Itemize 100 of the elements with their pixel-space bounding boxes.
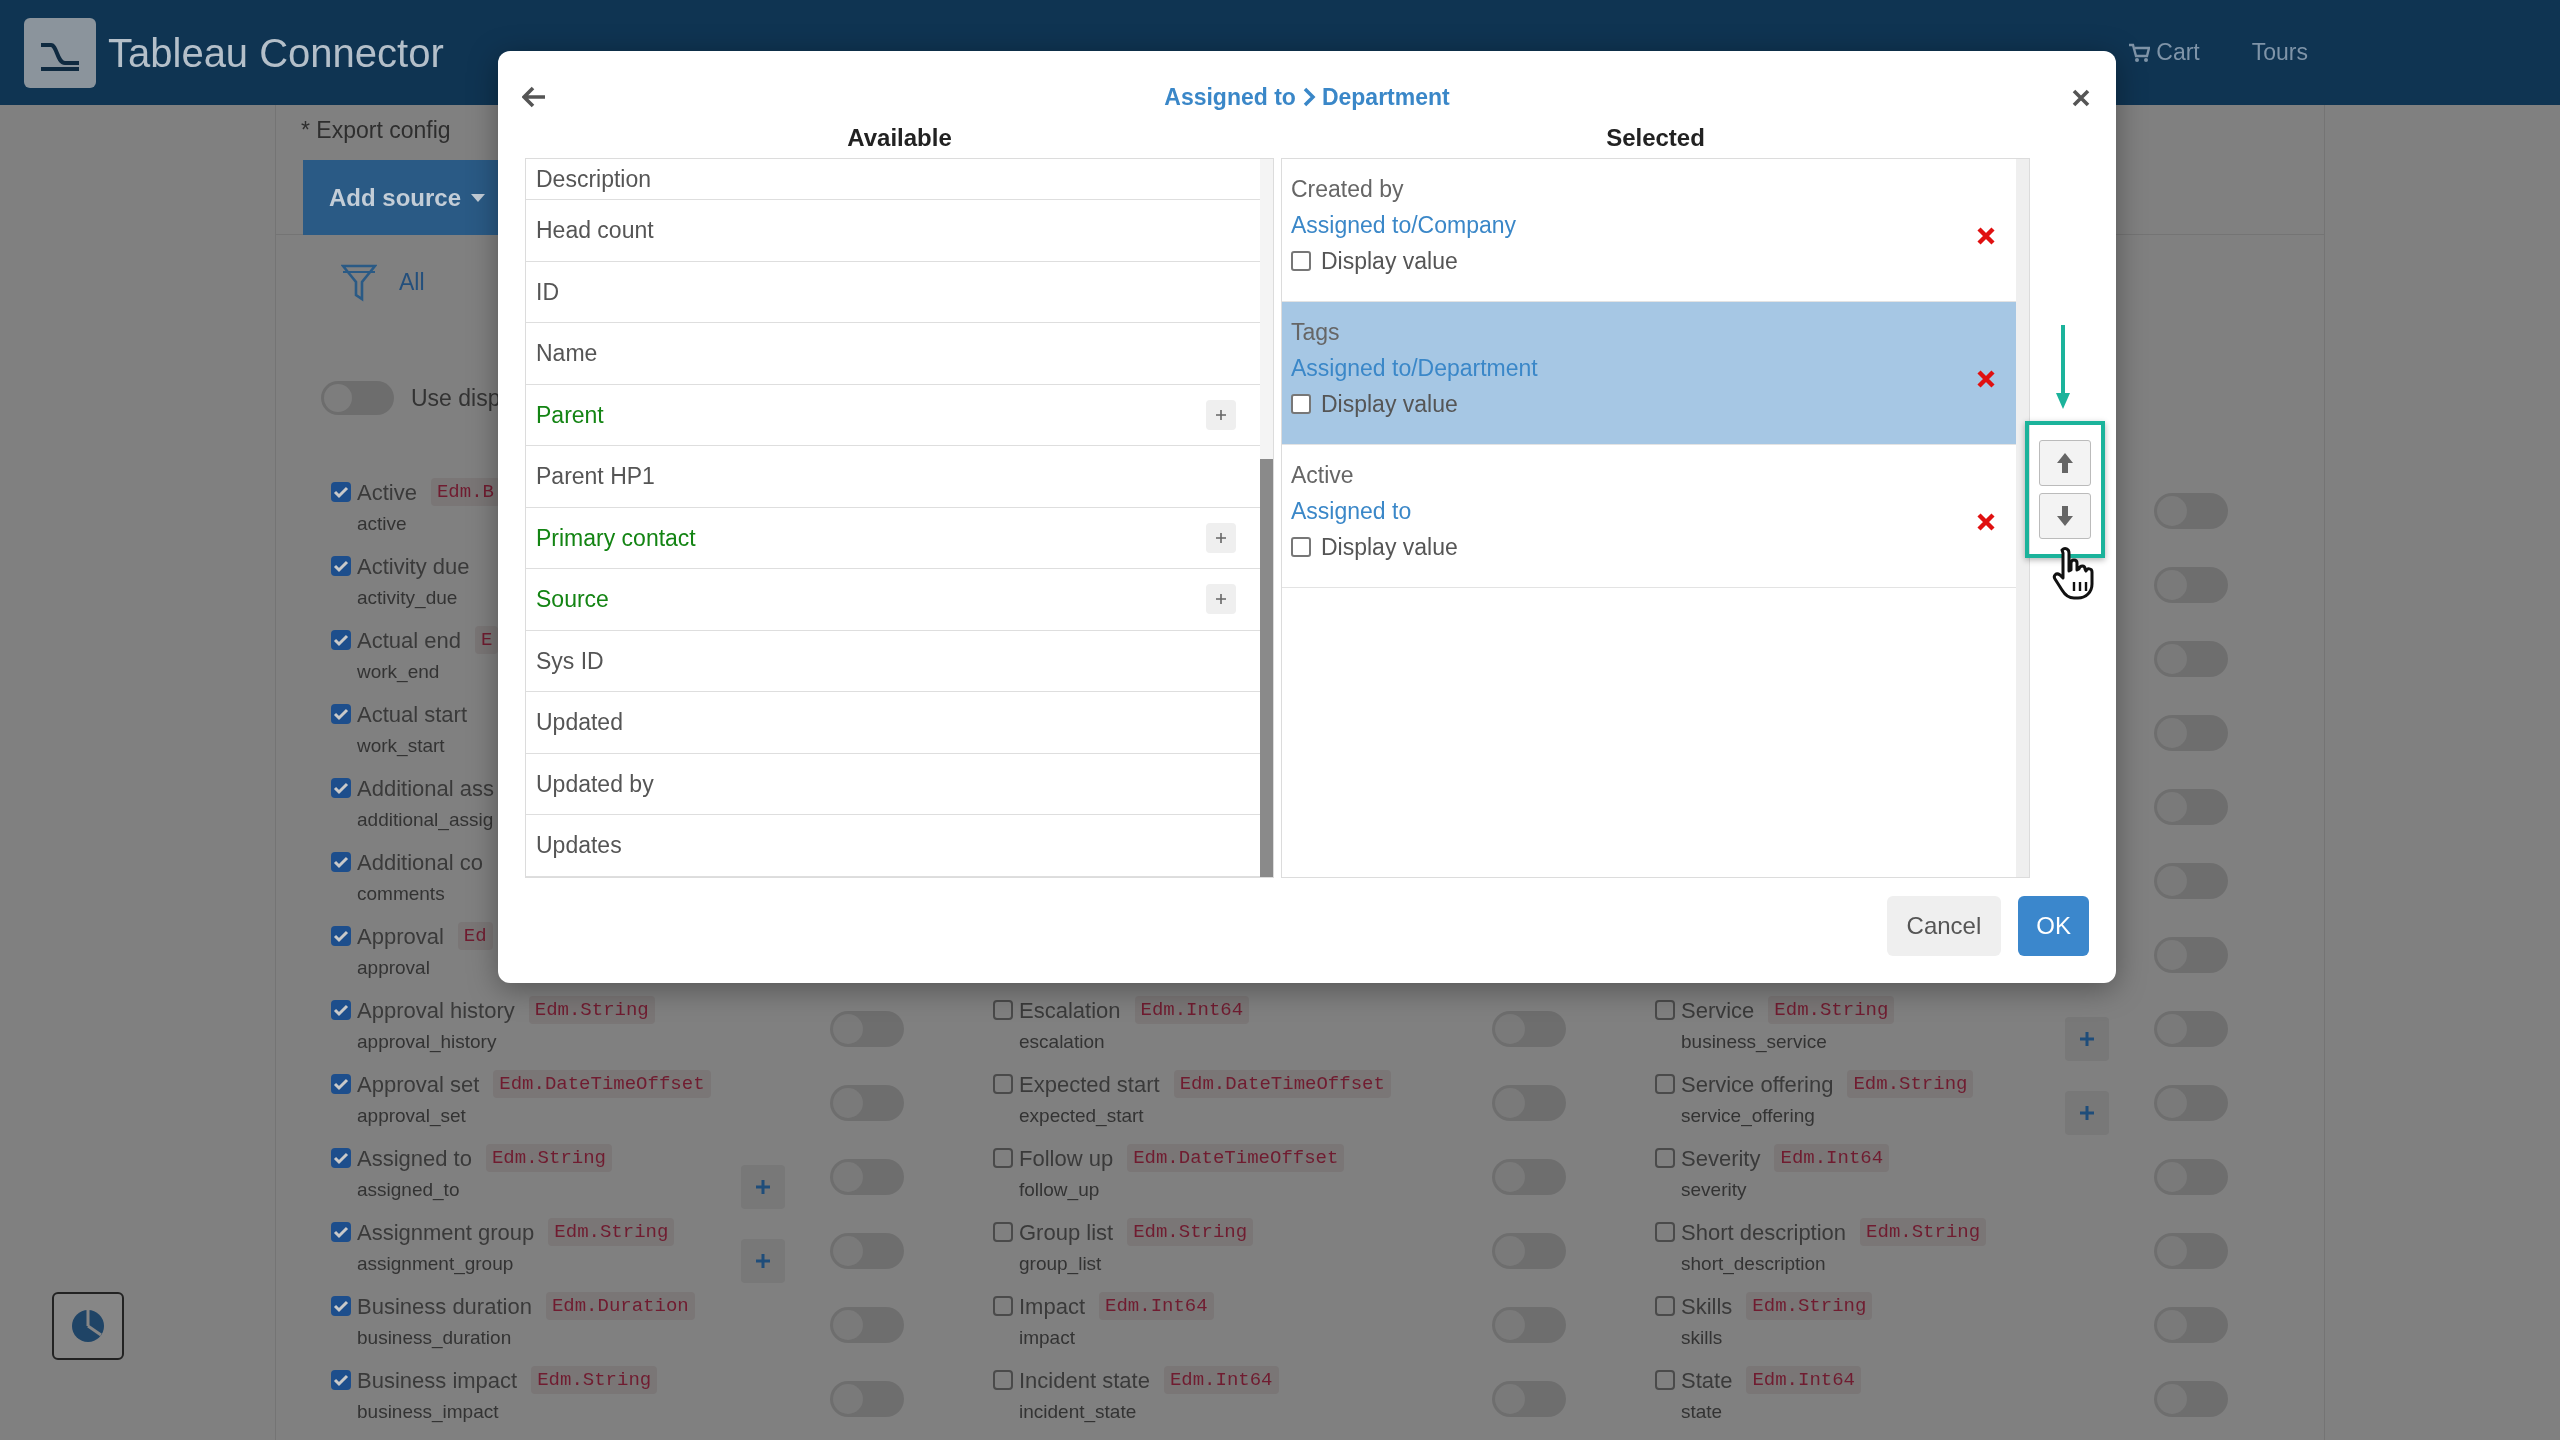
type-tag: Edm.String: [528, 996, 655, 1024]
list-item[interactable]: Primary contact: [526, 507, 1260, 569]
selected-item[interactable]: Tags Assigned to/Department Display value: [1282, 302, 2016, 445]
checkbox[interactable]: [1655, 1370, 1675, 1390]
checkbox[interactable]: [993, 1222, 1013, 1242]
list-item[interactable]: Updates: [526, 815, 1260, 877]
type-tag: Edm.DateTimeOffset: [493, 1070, 711, 1098]
checkbox[interactable]: [331, 1370, 351, 1390]
close-icon[interactable]: [2072, 89, 2090, 107]
pie-chart-icon[interactable]: [69, 1307, 107, 1345]
checkbox[interactable]: [993, 1370, 1013, 1390]
expand-button[interactable]: [1206, 399, 1236, 430]
checkbox[interactable]: [331, 778, 351, 798]
add-button[interactable]: [2065, 1017, 2109, 1061]
checkbox[interactable]: [331, 1000, 351, 1020]
checkbox[interactable]: [331, 482, 351, 502]
checkbox[interactable]: [331, 556, 351, 576]
field-label: Assigned to: [357, 1144, 472, 1173]
type-tag: Edm.Int64: [1163, 1366, 1279, 1394]
plus-icon[interactable]: [1215, 593, 1227, 606]
checkbox[interactable]: [1291, 394, 1311, 414]
remove-icon[interactable]: [1976, 369, 1996, 389]
checkbox[interactable]: [331, 1074, 351, 1094]
expand-button[interactable]: [1206, 522, 1236, 553]
list-item[interactable]: Updated by: [526, 753, 1260, 815]
filter-icon[interactable]: [341, 263, 377, 302]
remove-icon[interactable]: [1976, 226, 1996, 246]
ok-button[interactable]: OK: [2018, 896, 2089, 956]
breadcrumb-link[interactable]: Assigned to: [1164, 79, 1296, 115]
field-label: Expected start: [1019, 1070, 1160, 1099]
checkbox[interactable]: [331, 852, 351, 872]
add-button[interactable]: [2065, 1091, 2109, 1135]
field-name: business_service: [1681, 1030, 1828, 1055]
field-path-link[interactable]: Assigned to/Company: [1291, 207, 1516, 243]
field-name: work_end: [357, 660, 441, 685]
move-down-button[interactable]: [2039, 493, 2091, 539]
field-label: Actual start: [357, 700, 468, 729]
scrollbar[interactable]: [1260, 159, 1273, 877]
nav-link[interactable]: Cart: [2128, 35, 2200, 70]
arrow-down-icon[interactable]: [2055, 504, 2075, 528]
add-button[interactable]: [741, 1165, 785, 1209]
list-item[interactable]: Head count: [526, 200, 1260, 262]
list-item[interactable]: Updated: [526, 692, 1260, 754]
arrow-up-icon[interactable]: [2055, 451, 2075, 475]
checkbox[interactable]: [331, 926, 351, 946]
field-label: Short description: [1681, 1218, 1847, 1247]
checkbox[interactable]: [993, 1148, 1013, 1168]
list-item[interactable]: Parent HP1: [526, 446, 1260, 508]
checkbox[interactable]: [1291, 251, 1311, 271]
plus-icon[interactable]: [2079, 1031, 2095, 1047]
checkbox[interactable]: [1655, 1296, 1675, 1316]
field-name: active: [357, 512, 408, 536]
remove-icon[interactable]: [1976, 512, 1996, 532]
field-label: Approval history: [357, 996, 515, 1025]
cancel-button[interactable]: Cancel: [1886, 896, 2002, 956]
checkbox[interactable]: [331, 704, 351, 724]
list-item[interactable]: Source: [526, 569, 1260, 631]
field-path-link[interactable]: Assigned to: [1291, 493, 1458, 529]
field-label: Service offering: [1681, 1070, 1834, 1099]
chart-button[interactable]: [52, 1292, 124, 1360]
field-label: Business impact: [357, 1366, 518, 1395]
type-tag: Edm.String: [548, 1218, 675, 1246]
field-name: approval: [357, 956, 431, 980]
checkbox[interactable]: [993, 1000, 1013, 1020]
section-title: * Export config: [301, 115, 451, 145]
field-name: impact: [1019, 1326, 1076, 1350]
cart-icon: [2128, 42, 2151, 63]
list-item[interactable]: Description: [526, 159, 1260, 200]
checkbox[interactable]: [331, 1148, 351, 1168]
checkbox[interactable]: [1655, 1074, 1675, 1094]
move-up-button[interactable]: [2039, 440, 2091, 486]
back-icon[interactable]: [522, 86, 546, 108]
plus-icon[interactable]: [2079, 1105, 2095, 1121]
plus-icon[interactable]: [1215, 531, 1227, 544]
checkbox[interactable]: [331, 1222, 351, 1242]
checkbox[interactable]: [331, 1296, 351, 1316]
list-item[interactable]: Parent: [526, 384, 1260, 446]
checkbox-label: Display value: [1321, 246, 1458, 276]
field-label: Impact: [1019, 1292, 1086, 1321]
plus-icon[interactable]: [755, 1179, 771, 1195]
plus-icon[interactable]: [755, 1253, 771, 1269]
type-tag: Edm.Int64: [1134, 996, 1250, 1024]
checkbox[interactable]: [1655, 1222, 1675, 1242]
list-item[interactable]: Name: [526, 323, 1260, 385]
checkbox[interactable]: [331, 630, 351, 650]
breadcrumb-link[interactable]: Department: [1321, 79, 1450, 115]
type-tag: Edm.String: [531, 1366, 658, 1394]
checkbox[interactable]: [1655, 1148, 1675, 1168]
list-item[interactable]: ID: [526, 261, 1260, 323]
expand-button[interactable]: [1206, 584, 1236, 615]
scrollbar[interactable]: [2016, 159, 2029, 877]
add-button[interactable]: [741, 1239, 785, 1283]
checkbox[interactable]: [1291, 537, 1311, 557]
nav-link[interactable]: Tours: [2251, 35, 2308, 70]
checkbox[interactable]: [993, 1296, 1013, 1316]
list-item[interactable]: Sys ID: [526, 630, 1260, 692]
chevron-icon: [1301, 87, 1316, 107]
checkbox[interactable]: [993, 1074, 1013, 1094]
plus-icon[interactable]: [1215, 408, 1227, 421]
checkbox[interactable]: [1655, 1000, 1675, 1020]
